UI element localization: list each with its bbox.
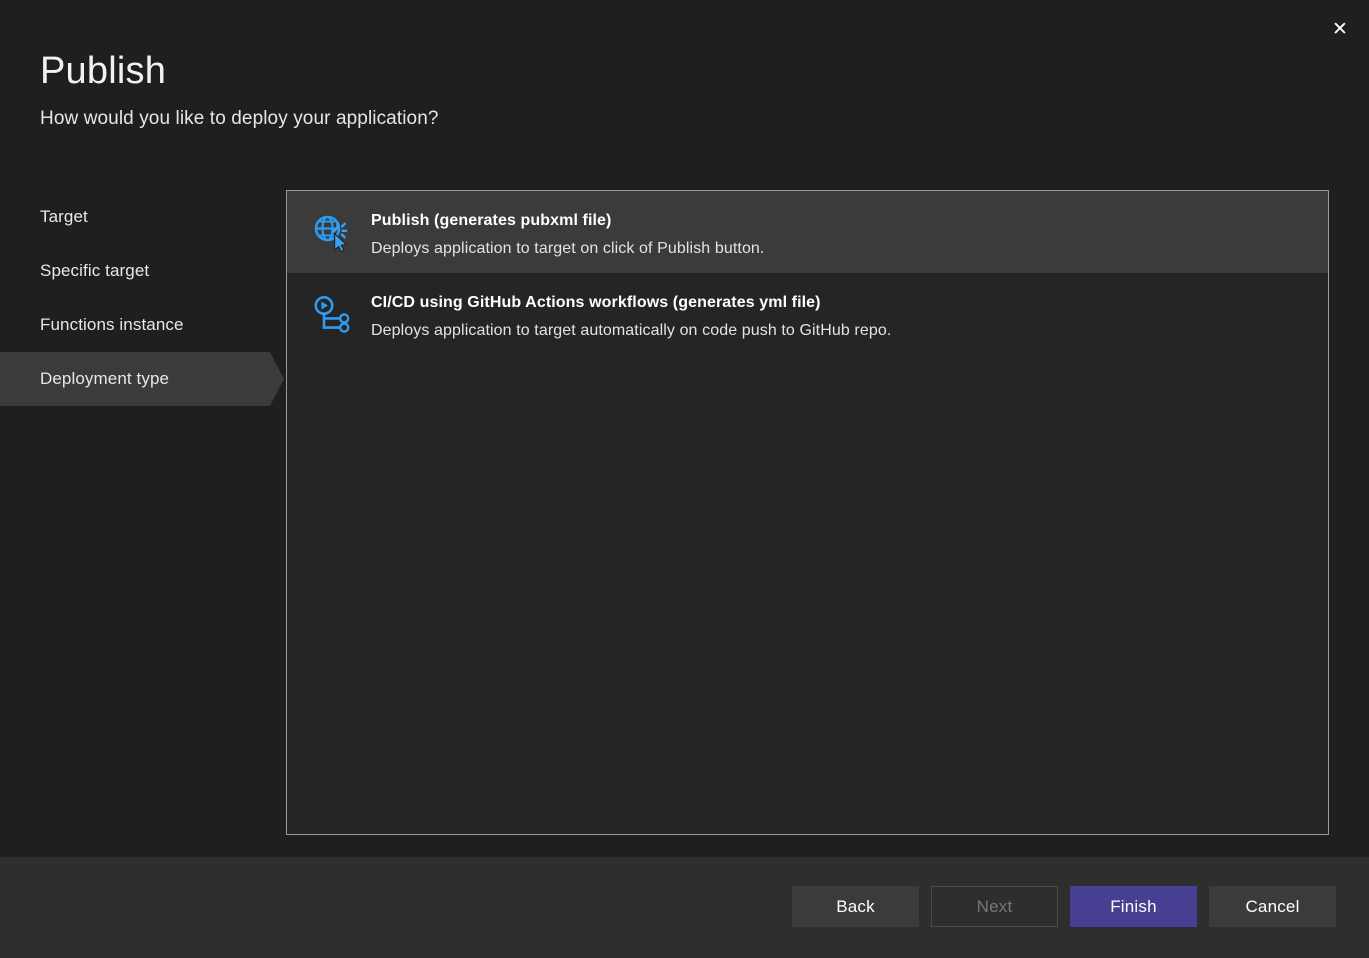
sidebar-item-deployment-type[interactable]: Deployment type [0,352,284,406]
selected-step-pointer-icon [270,352,284,406]
sidebar-item-specific-target[interactable]: Specific target [0,244,286,298]
sidebar-item-label: Functions instance [40,315,184,334]
option-title: CI/CD using GitHub Actions workflows (ge… [371,294,821,311]
next-button-label: Next [976,896,1013,916]
close-icon: ✕ [1332,18,1348,40]
cancel-button-label: Cancel [1245,896,1300,916]
close-button[interactable]: ✕ [1317,8,1363,50]
globe-click-icon [309,211,355,257]
option-text: CI/CD using GitHub Actions workflows (ge… [371,291,891,342]
sidebar-item-functions-instance[interactable]: Functions instance [0,298,286,352]
option-text: Publish (generates pubxml file) Deploys … [371,209,764,260]
finish-button[interactable]: Finish [1070,886,1197,927]
cancel-button[interactable]: Cancel [1209,886,1336,927]
back-button-label: Back [836,896,875,916]
pipeline-workflow-icon [309,293,355,339]
option-description: Deploys application to target automatica… [371,321,892,339]
option-publish-pubxml[interactable]: Publish (generates pubxml file) Deploys … [287,191,1328,273]
sidebar-item-label: Target [40,207,88,226]
next-button: Next [931,886,1058,927]
deployment-type-list: Publish (generates pubxml file) Deploys … [286,190,1329,835]
wizard-steps-sidebar: Target Specific target Functions instanc… [0,190,286,406]
sidebar-item-label: Specific target [40,261,150,280]
back-button[interactable]: Back [792,886,919,927]
option-cicd-github-actions[interactable]: CI/CD using GitHub Actions workflows (ge… [287,273,1328,355]
sidebar-item-label: Deployment type [40,369,170,388]
finish-button-label: Finish [1110,896,1157,916]
footer-button-group: Back Next Finish Cancel [792,886,1336,927]
sidebar-item-target[interactable]: Target [0,190,286,244]
option-description: Deploys application to target on click o… [371,239,765,257]
dialog-footer: Back Next Finish Cancel [0,857,1369,958]
page-subtitle: How would you like to deploy your applic… [40,107,439,129]
option-title: Publish (generates pubxml file) [371,212,612,229]
dialog-header: Publish How would you like to deploy you… [40,50,1140,130]
page-title: Publish [40,50,167,92]
